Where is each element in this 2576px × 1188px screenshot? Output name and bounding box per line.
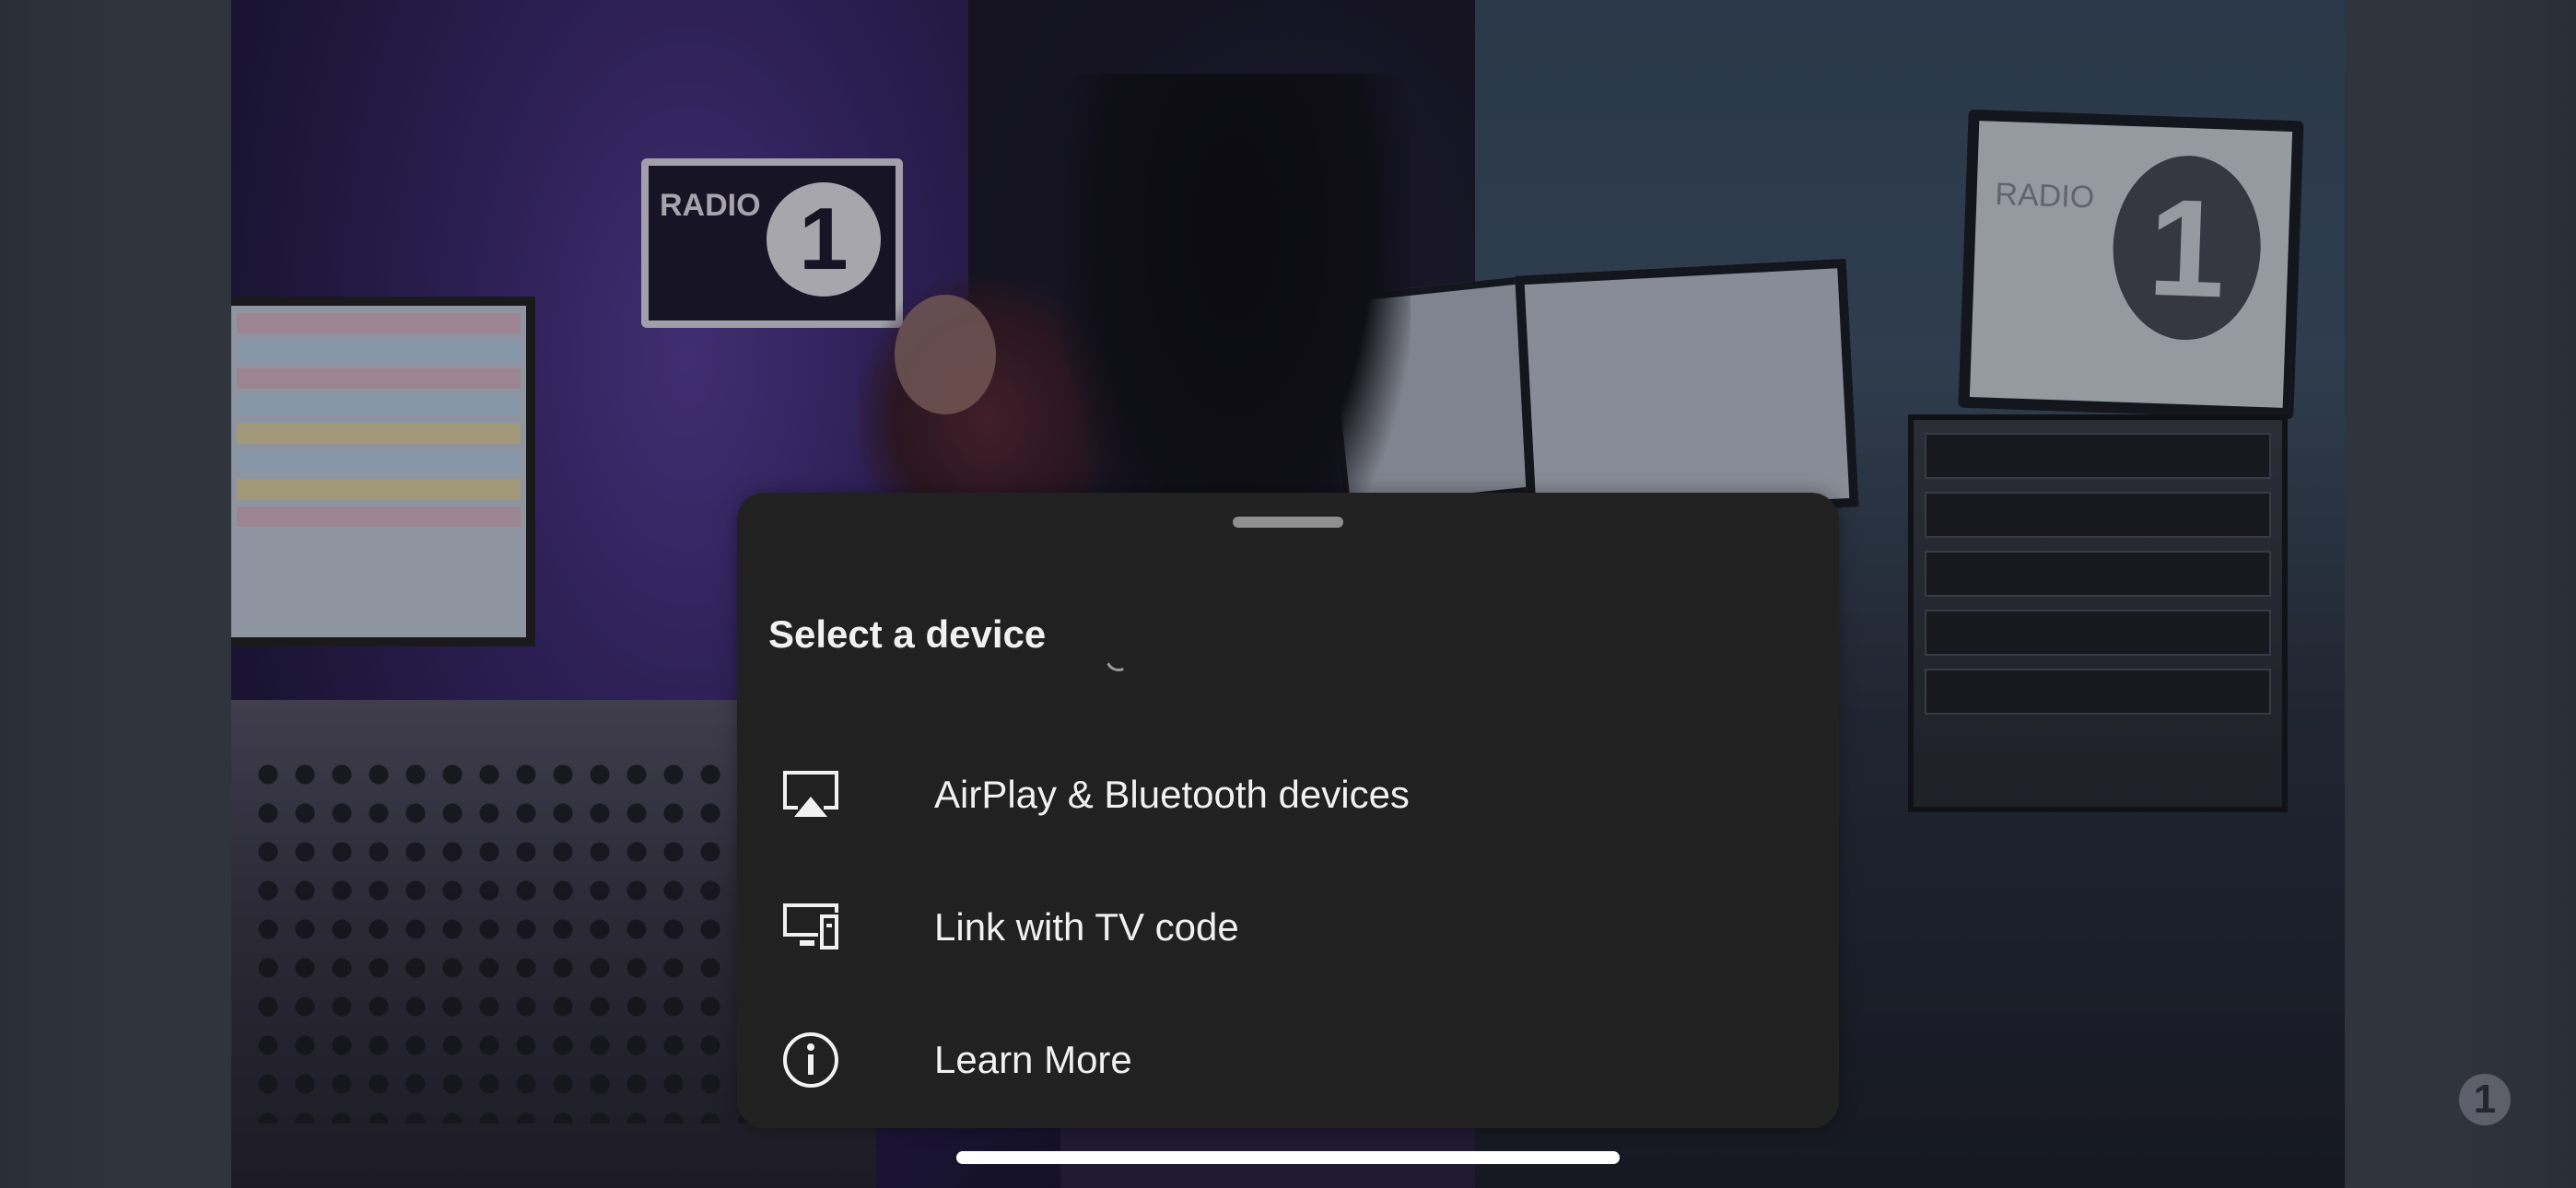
- menu-item-learn-more[interactable]: Learn More: [737, 996, 1839, 1124]
- home-indicator[interactable]: [956, 1151, 1620, 1164]
- drag-handle[interactable]: [1233, 517, 1343, 528]
- menu-item-tv-code[interactable]: Link with TV code: [737, 863, 1839, 992]
- select-device-sheet: Select a device AirPlay & Bluetooth devi…: [737, 493, 1839, 1128]
- menu-item-label: Link with TV code: [934, 905, 1239, 949]
- screen: RADIO 1 RADIO 1 1 Select a device AirPla…: [0, 0, 2576, 1188]
- tv-link-icon: [781, 898, 840, 957]
- channel-watermark: 1: [2459, 1074, 2511, 1125]
- sheet-title: Select a device: [768, 612, 1047, 656]
- info-icon: [781, 1031, 840, 1089]
- menu-item-label: Learn More: [934, 1038, 1132, 1081]
- menu-item-label: AirPlay & Bluetooth devices: [934, 773, 1410, 816]
- loading-spinner-icon: [1102, 642, 1135, 675]
- airplay-icon: [781, 765, 840, 824]
- menu-item-airplay[interactable]: AirPlay & Bluetooth devices: [737, 730, 1839, 859]
